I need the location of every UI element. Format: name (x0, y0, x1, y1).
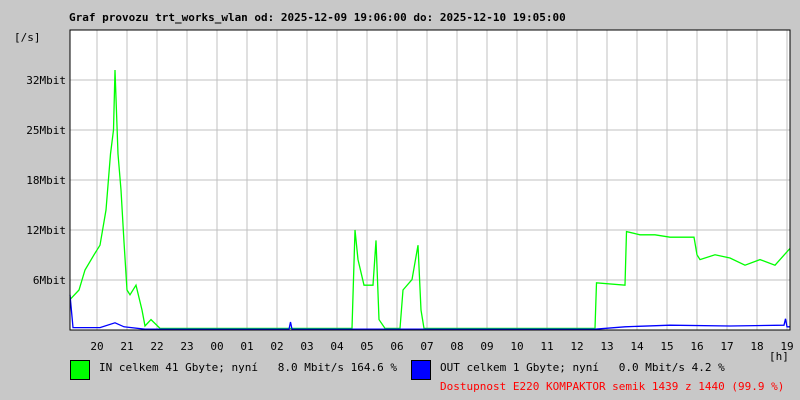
x-tick-label: 07 (420, 340, 433, 353)
x-tick-label: 03 (300, 340, 313, 353)
y-tick-label: 12Mbit (26, 224, 66, 237)
x-tick-label: 16 (690, 340, 703, 353)
y-tick-label: 6Mbit (33, 274, 66, 287)
in-legend-swatch (70, 360, 90, 380)
x-tick-label: 19 (780, 340, 793, 353)
x-tick-label: 05 (360, 340, 373, 353)
x-tick-label: 01 (240, 340, 253, 353)
x-tick-label: 15 (660, 340, 673, 353)
x-tick-label: 00 (210, 340, 223, 353)
x-tick-label: 20 (90, 340, 103, 353)
plot-area: 20 21 22 23 00 01 02 03 04 05 06 07 08 09 10 11 12 13 14 15… (26, 29, 794, 353)
x-tick-label: 04 (330, 340, 344, 353)
in-legend-text: IN celkem 41 Gbyte; nyní 8.0 Mbit/s 164.… (99, 361, 398, 374)
y-tick-label: 25Mbit (26, 124, 66, 137)
x-tick-label: 11 (540, 340, 553, 353)
y-tick-label: 32Mbit (26, 74, 66, 87)
x-tick-label: 17 (720, 340, 733, 353)
out-legend-text: OUT celkem 1 Gbyte; nyní 0.0 Mbit/s 4.2 … (440, 361, 725, 374)
y-tick-label: 18Mbit (26, 174, 66, 187)
x-tick-label: 22 (150, 340, 163, 353)
x-tick-label: 12 (570, 340, 583, 353)
x-tick-label: 14 (630, 340, 644, 353)
x-tick-label: 08 (450, 340, 463, 353)
out-legend-swatch (411, 360, 431, 380)
x-tick-label: 21 (120, 340, 133, 353)
x-tick-label: 13 (600, 340, 613, 353)
availability-text: Dostupnost E220 KOMPAKTOR semik 1439 z 1… (440, 380, 785, 393)
x-tick-label: 06 (390, 340, 403, 353)
x-tick-label: 18 (750, 340, 763, 353)
x-tick-label: 02 (270, 340, 283, 353)
x-tick-label: 23 (180, 340, 193, 353)
traffic-graph: Graf provozu trt_works_wlan od: 2025-12-… (0, 0, 800, 400)
x-tick-label: 10 (510, 340, 523, 353)
x-tick-label: 09 (480, 340, 493, 353)
